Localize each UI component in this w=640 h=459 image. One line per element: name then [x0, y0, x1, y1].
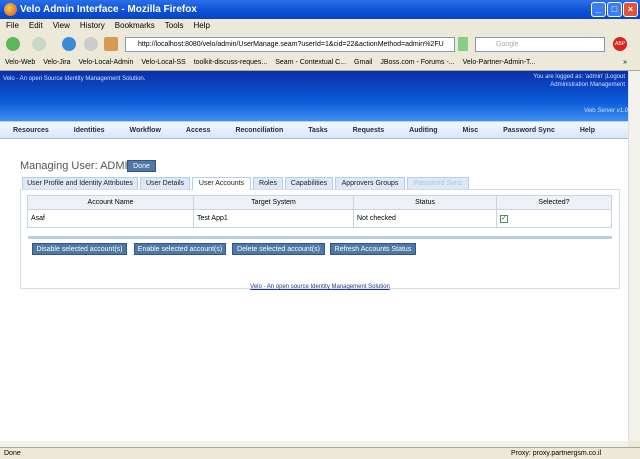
- menu-bookmarks[interactable]: Bookmarks: [115, 21, 155, 30]
- accounts-table: Account Name Target System Status Select…: [27, 195, 612, 228]
- selected-cell: ✓: [496, 209, 612, 228]
- menu-file[interactable]: File: [6, 21, 19, 30]
- bookmark[interactable]: Velo-Partner-Admin-T...: [463, 59, 536, 66]
- maximize-button[interactable]: □: [607, 2, 622, 17]
- bookmark[interactable]: Velo-Local-Admin: [78, 59, 133, 66]
- col-selected: Selected?: [496, 195, 612, 210]
- nav-access[interactable]: Access: [186, 127, 211, 134]
- vertical-scrollbar[interactable]: [628, 71, 640, 441]
- bookmark[interactable]: Gmail: [354, 59, 372, 66]
- nav-resources[interactable]: Resources: [13, 127, 49, 134]
- nav-help[interactable]: Help: [580, 127, 595, 134]
- menu-view[interactable]: View: [53, 21, 70, 30]
- status: Not checked: [353, 209, 497, 228]
- admin-management-link[interactable]: Administration Management: [550, 82, 625, 88]
- status-text: Done: [4, 450, 21, 457]
- account-name: Asaf: [27, 209, 194, 228]
- bookmark[interactable]: Velo-Jira: [43, 59, 70, 66]
- divider: [28, 236, 612, 239]
- nav-auditing[interactable]: Auditing: [409, 127, 437, 134]
- firefox-icon: [4, 3, 17, 16]
- footer-link[interactable]: Velo - An open source Identity Managemen…: [0, 284, 640, 290]
- menu-tools[interactable]: Tools: [165, 21, 184, 30]
- nav-workflow[interactable]: Workflow: [130, 127, 161, 134]
- reload-icon[interactable]: [62, 37, 76, 51]
- menu-bar: File Edit View History Bookmarks Tools Help: [0, 19, 640, 33]
- close-button[interactable]: ×: [623, 2, 638, 17]
- nav-requests[interactable]: Requests: [353, 127, 385, 134]
- selected-checkbox[interactable]: ✓: [500, 214, 508, 223]
- version: Velo Server v1.0: [583, 108, 628, 114]
- page-header: Velo - An open Source Identity Managemen…: [0, 71, 628, 121]
- bookmark[interactable]: JBoss.com - Forums -...: [380, 59, 454, 66]
- bookmarks-overflow[interactable]: »: [623, 55, 627, 71]
- table-row: Asaf Test App1 Not checked ✓: [27, 209, 612, 228]
- main-nav: Resources Identities Workflow Access Reconci…: [0, 121, 628, 139]
- tab-approvers-groups[interactable]: Approvers Groups: [335, 177, 405, 189]
- stop-icon[interactable]: [84, 37, 98, 51]
- refresh-status-button[interactable]: Refresh Accounts Status: [330, 243, 416, 255]
- url-input[interactable]: http://localhost:8080/velo/admin/UserMan…: [125, 37, 455, 52]
- col-target-system: Target System: [193, 195, 354, 210]
- minimize-button[interactable]: _: [591, 2, 606, 17]
- nav-reconciliation[interactable]: Reconciliation: [235, 127, 283, 134]
- status-bar: Done Proxy: proxy.partnergsm.co.il: [0, 447, 640, 458]
- nav-identities[interactable]: Identities: [74, 127, 105, 134]
- done-button[interactable]: Done: [127, 160, 156, 172]
- col-status: Status: [353, 195, 497, 210]
- go-icon[interactable]: [458, 37, 468, 51]
- tab-roles[interactable]: Roles: [253, 177, 283, 189]
- tab-capabilities[interactable]: Capabilities: [285, 177, 333, 189]
- menu-history[interactable]: History: [80, 21, 105, 30]
- home-icon[interactable]: [104, 37, 118, 51]
- bookmark[interactable]: toolkit-discuss-reques...: [194, 59, 268, 66]
- bookmark[interactable]: Velo-Web: [5, 59, 35, 66]
- adblock-icon[interactable]: ABP: [613, 37, 627, 51]
- logged-in-text[interactable]: You are logged as: 'admin' |Logout: [533, 74, 625, 80]
- page-title: Managing User: ADMIN: [20, 160, 136, 172]
- menu-help[interactable]: Help: [193, 21, 209, 30]
- title-bar: Velo Admin Interface - Mozilla Firefox _…: [0, 0, 640, 19]
- bookmark[interactable]: Velo-Local-SS: [141, 59, 185, 66]
- nav-password-sync[interactable]: Password Sync: [503, 127, 555, 134]
- col-account-name: Account Name: [27, 195, 194, 210]
- forward-icon[interactable]: [32, 37, 46, 51]
- tab-user-profile[interactable]: User Profile and Identity Attributes: [22, 177, 138, 189]
- tab-password-sync: Password Sync: [407, 177, 469, 189]
- menu-edit[interactable]: Edit: [29, 21, 43, 30]
- tagline: Velo - An open Source Identity Managemen…: [3, 76, 146, 82]
- tab-user-accounts[interactable]: User Accounts: [192, 177, 251, 190]
- window-title: Velo Admin Interface - Mozilla Firefox: [20, 4, 197, 15]
- table-header: Account Name Target System Status Select…: [27, 195, 612, 210]
- delete-accounts-button[interactable]: Delete selected account(s): [232, 243, 325, 255]
- bookmarks-bar: Velo-Web Velo-Jira Velo-Local-Admin Velo-Lo…: [0, 55, 640, 71]
- nav-misc[interactable]: Misc: [463, 127, 479, 134]
- tab-user-details[interactable]: User Details: [140, 177, 190, 189]
- proxy-text: Proxy: proxy.partnergsm.co.il: [511, 450, 602, 457]
- bookmark[interactable]: Seam - Contextual C...: [275, 59, 346, 66]
- back-icon[interactable]: [6, 37, 20, 51]
- target-system: Test App1: [193, 209, 354, 228]
- nav-tasks[interactable]: Tasks: [308, 127, 327, 134]
- disable-accounts-button[interactable]: Disable selected account(s): [32, 243, 127, 255]
- search-input[interactable]: Google: [475, 37, 605, 52]
- enable-accounts-button[interactable]: Enable selected account(s): [134, 243, 226, 255]
